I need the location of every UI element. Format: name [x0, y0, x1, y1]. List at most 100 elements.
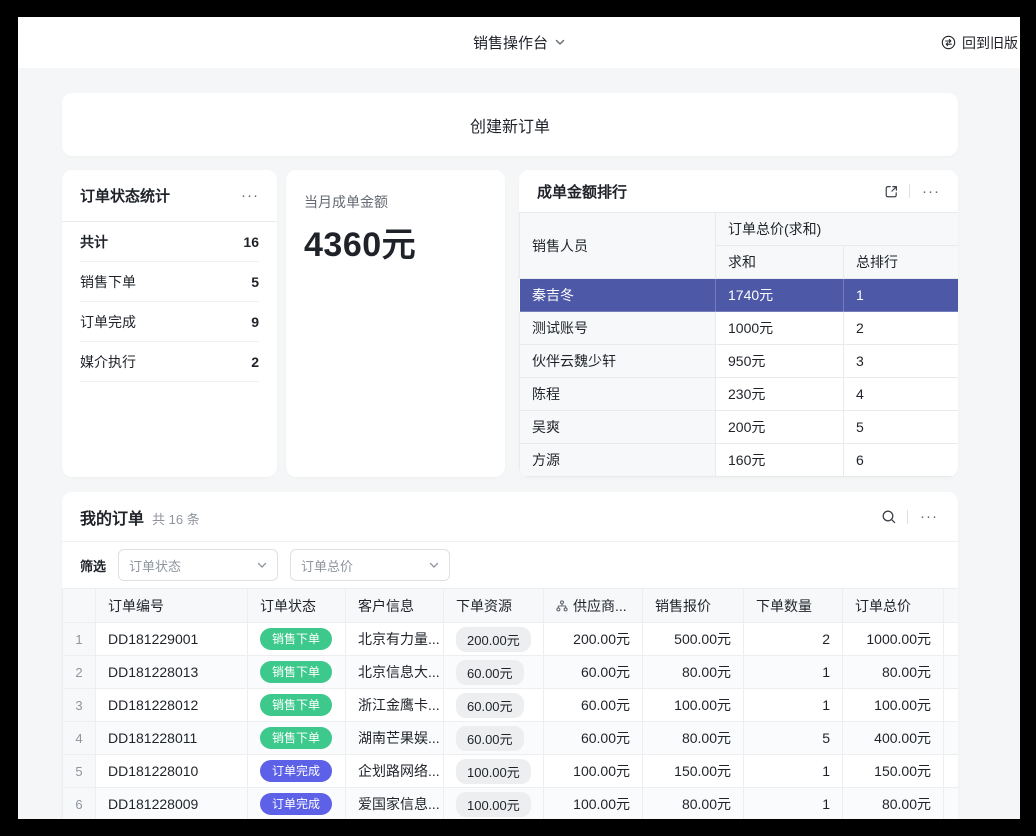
- extra-cell: [944, 788, 959, 820]
- month-amount-label: 当月成单金额: [304, 192, 487, 212]
- order-status-stats-card: 订单状态统计 ··· 共计 16 销售下单 5 订单完成 9: [62, 170, 277, 477]
- person-rank: 4: [844, 378, 959, 411]
- order-status: 销售下单: [248, 689, 346, 722]
- extra-cell: [944, 689, 959, 722]
- resource-badge: 100.00元: [456, 759, 531, 784]
- person-sum: 200元: [716, 411, 844, 444]
- status-badge: 销售下单: [260, 661, 332, 683]
- customer: 湖南芒果娱...: [346, 722, 444, 755]
- status-card-title: 订单状态统计: [80, 185, 170, 206]
- orders-title-wrap: 我的订单 共 16 条: [80, 505, 200, 529]
- order-status: 订单完成: [248, 788, 346, 820]
- person-name: 测试账号: [520, 312, 716, 345]
- my-orders-card: 我的订单 共 16 条 ··· 筛选 订单状: [62, 492, 958, 819]
- col-total: 订单总价: [843, 589, 944, 623]
- search-icon[interactable]: [881, 509, 897, 525]
- app-window: 销售操作台 回到旧版 创建新订单 订单状态统: [18, 17, 1020, 819]
- col-qty: 下单数量: [744, 589, 843, 623]
- ranking-col-person: 销售人员: [520, 213, 716, 279]
- order-id: DD181228010: [96, 755, 248, 788]
- qty: 2: [744, 623, 843, 656]
- orders-card-header: 我的订单 共 16 条 ···: [62, 492, 958, 542]
- col-order-id: 订单编号: [96, 589, 248, 623]
- create-order-label: 创建新订单: [470, 113, 550, 137]
- col-supplier: 供应商...: [544, 589, 643, 623]
- person-name: 秦吉冬: [520, 279, 716, 312]
- customer: 爱国家信息...: [346, 788, 444, 820]
- resource-badge: 60.00元: [456, 660, 524, 685]
- resource: 60.00元: [444, 689, 544, 722]
- row-number: 2: [63, 656, 96, 689]
- open-external-icon[interactable]: [884, 184, 899, 199]
- ranking-card-title: 成单金额排行: [537, 181, 627, 202]
- create-order-button[interactable]: 创建新订单: [62, 93, 958, 156]
- order-status: 销售下单: [248, 623, 346, 656]
- customer: 企划路网络...: [346, 755, 444, 788]
- order-row[interactable]: 1 DD181229001 销售下单 北京有力量... 200.00元 200.…: [63, 623, 959, 656]
- app-title-dropdown[interactable]: 销售操作台: [473, 32, 565, 53]
- col-resource: 下单资源: [444, 589, 544, 623]
- order-id: DD181228013: [96, 656, 248, 689]
- row-number: 3: [63, 689, 96, 722]
- quote: 500.00元: [643, 623, 744, 656]
- person-name: 伙伴云魏少轩: [520, 345, 716, 378]
- status-badge: 订单完成: [260, 760, 332, 782]
- more-icon[interactable]: ···: [920, 182, 942, 201]
- month-amount-value: 4360元: [304, 217, 487, 266]
- dropdown-placeholder: 订单状态: [129, 556, 181, 575]
- ranking-row: 秦吉冬 1740元 1: [520, 279, 959, 312]
- extra-cell: [944, 722, 959, 755]
- order-row[interactable]: 2 DD181228013 销售下单 北京信息大... 60.00元 60.00…: [63, 656, 959, 689]
- order-total-filter-dropdown[interactable]: 订单总价: [290, 549, 450, 581]
- quote: 80.00元: [643, 788, 744, 820]
- extra-cell: [944, 755, 959, 788]
- supplier-price: 200.00元: [544, 623, 643, 656]
- ranking-row: 测试账号 1000元 2: [520, 312, 959, 345]
- col-customer: 客户信息: [346, 589, 444, 623]
- ranking-row: 陈程 230元 4: [520, 378, 959, 411]
- status-row-total: 共计 16: [80, 222, 259, 262]
- customer: 北京信息大...: [346, 656, 444, 689]
- status-label: 销售下单: [80, 272, 136, 292]
- orders-card-title: 我的订单: [80, 505, 144, 529]
- person-sum: 230元: [716, 378, 844, 411]
- supplier-price: 100.00元: [544, 755, 643, 788]
- more-icon[interactable]: ···: [239, 186, 261, 205]
- status-row: 订单完成 9: [80, 302, 259, 342]
- resource-badge: 100.00元: [456, 792, 531, 817]
- order-row[interactable]: 3 DD181228012 销售下单 浙江金鹰卡... 60.00元 60.00…: [63, 689, 959, 722]
- quote: 80.00元: [643, 722, 744, 755]
- more-icon[interactable]: ···: [918, 507, 940, 526]
- order-row[interactable]: 5 DD181228010 订单完成 企划路网络... 100.00元 100.…: [63, 755, 959, 788]
- col-quote: 销售报价: [643, 589, 744, 623]
- order-status-filter-dropdown[interactable]: 订单状态: [118, 549, 278, 581]
- status-value: 9: [251, 314, 259, 330]
- qty: 1: [744, 656, 843, 689]
- person-name: 方源: [520, 444, 716, 477]
- status-label: 订单完成: [80, 312, 136, 332]
- person-sum: 1000元: [716, 312, 844, 345]
- filter-row: 筛选 订单状态 订单总价: [62, 542, 958, 588]
- total: 80.00元: [843, 656, 944, 689]
- person-rank: 6: [844, 444, 959, 477]
- chevron-down-icon: [257, 562, 267, 569]
- person-name: 吴爽: [520, 411, 716, 444]
- total: 100.00元: [843, 689, 944, 722]
- order-row[interactable]: 6 DD181228009 订单完成 爱国家信息... 100.00元 100.…: [63, 788, 959, 820]
- order-id: DD181228009: [96, 788, 248, 820]
- back-to-old-version-link[interactable]: 回到旧版: [941, 17, 1018, 68]
- resource: 200.00元: [444, 623, 544, 656]
- supplier-price: 60.00元: [544, 656, 643, 689]
- extra-cell: [944, 656, 959, 689]
- row-number: 4: [63, 722, 96, 755]
- resource-badge: 60.00元: [456, 693, 524, 718]
- order-id: DD181228011: [96, 722, 248, 755]
- col-order-status: 订单状态: [248, 589, 346, 623]
- order-row[interactable]: 4 DD181228011 销售下单 湖南芒果娱... 60.00元 60.00…: [63, 722, 959, 755]
- resource-badge: 200.00元: [456, 627, 531, 652]
- person-sum: 950元: [716, 345, 844, 378]
- order-status: 销售下单: [248, 722, 346, 755]
- status-label: 媒介执行: [80, 352, 136, 372]
- extra-cell: [944, 623, 959, 656]
- dropdown-placeholder: 订单总价: [301, 556, 353, 575]
